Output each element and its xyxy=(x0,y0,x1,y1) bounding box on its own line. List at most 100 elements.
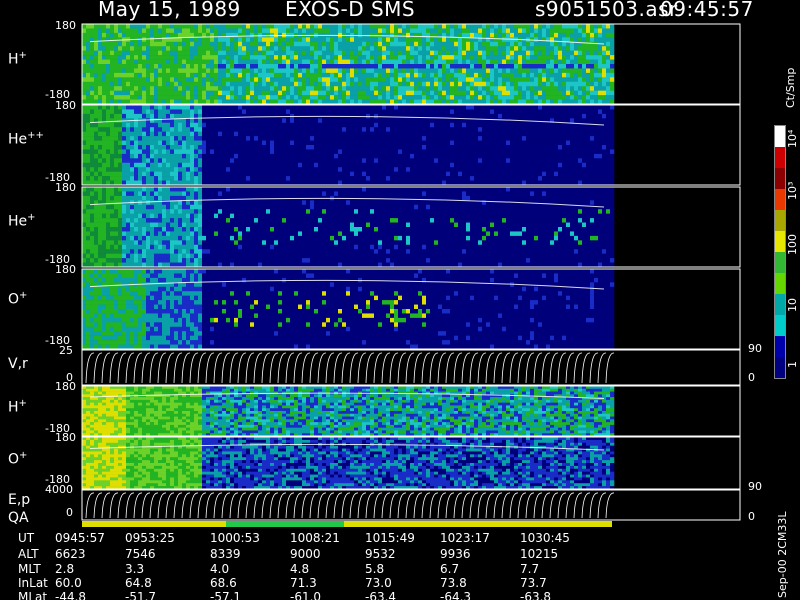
spectrogram-cell xyxy=(134,46,139,51)
spectrogram-cell xyxy=(478,50,483,56)
spectrogram-cell xyxy=(426,28,431,34)
spectrogram-cell xyxy=(602,32,607,38)
spectrogram-cell xyxy=(474,140,479,146)
spectrogram-cell xyxy=(194,118,199,124)
spectrogram-cell xyxy=(178,32,183,38)
spectrogram-cell xyxy=(346,68,351,74)
spectrogram-cell xyxy=(242,32,247,38)
spectrogram-cell xyxy=(322,90,327,96)
spectrogram-cell xyxy=(138,77,143,83)
spectrogram-cell xyxy=(566,68,571,74)
spectrogram-cell xyxy=(230,136,235,141)
spectrogram-cell xyxy=(386,90,391,96)
spectrogram-cell xyxy=(502,41,507,47)
spectrogram-cell xyxy=(190,81,195,87)
spectrogram-cell xyxy=(394,145,399,150)
spectrogram-cell xyxy=(602,90,607,96)
spectrogram-cell xyxy=(154,68,159,74)
spectrogram-cell xyxy=(166,145,171,150)
spectrogram-cell xyxy=(154,127,159,132)
spectrogram-cell xyxy=(402,37,407,43)
spectrogram-cell xyxy=(506,50,511,56)
spectrogram-cell xyxy=(250,149,255,155)
spectrogram-cell xyxy=(410,176,415,181)
spectrogram-cell xyxy=(590,131,595,137)
spectrogram-cell xyxy=(166,122,171,128)
spectrogram-cell xyxy=(306,149,311,155)
spectrogram-cell xyxy=(374,127,379,132)
spectrogram-cell xyxy=(382,28,387,34)
spectrogram-cell xyxy=(410,171,415,177)
spectrogram-cell xyxy=(322,176,327,181)
spectrogram-cell xyxy=(426,41,431,47)
spectrogram-cell xyxy=(202,171,207,177)
spectrogram-cell xyxy=(254,81,259,87)
spectrogram-cell xyxy=(494,50,499,56)
spectrogram-cell xyxy=(570,109,575,115)
spectrogram-cell xyxy=(486,59,491,65)
spectrogram-cell xyxy=(462,105,467,110)
spectrogram-cell xyxy=(162,68,167,74)
spectrogram-cell xyxy=(98,249,103,254)
spectrogram-cell xyxy=(354,140,359,146)
spectrogram-cell xyxy=(294,171,299,177)
spectrogram-cell xyxy=(310,140,315,146)
spectrogram-cell xyxy=(166,41,171,47)
spectrogram-cell xyxy=(578,113,583,119)
spectrogram-cell xyxy=(526,46,531,51)
spectrogram-cell xyxy=(190,64,195,69)
spectrogram-cell xyxy=(90,90,95,96)
spectrogram-cell xyxy=(558,77,563,83)
spectrogram-cell xyxy=(170,28,175,34)
spectrogram-cell xyxy=(150,68,155,74)
spectrogram-cell xyxy=(262,140,267,146)
spectrogram-cell xyxy=(118,218,123,223)
spectrogram-cell xyxy=(418,32,423,38)
spectrogram-cell xyxy=(470,127,475,132)
spectrogram-cell xyxy=(130,113,135,119)
spectrogram-cell xyxy=(86,171,91,177)
spectrogram-cell xyxy=(570,64,575,69)
spectrogram-cell xyxy=(498,81,503,87)
spectrogram-cell xyxy=(282,162,287,168)
spectrogram-cell xyxy=(82,244,87,250)
spectrogram-cell xyxy=(550,153,555,159)
spectrogram-cell xyxy=(470,167,475,172)
spectrogram-cell xyxy=(442,118,447,124)
spectrogram-cell xyxy=(394,95,399,100)
spectrogram-cell xyxy=(430,158,435,164)
spectrogram-cell xyxy=(334,136,339,141)
spectrogram-cell xyxy=(502,55,507,60)
spectrogram-cell xyxy=(474,171,479,177)
spectrogram-cell xyxy=(246,72,251,78)
spectrogram-cell xyxy=(194,37,199,43)
spectrogram-cell xyxy=(430,149,435,155)
spectrogram-cell xyxy=(306,90,311,96)
spectrogram-cell xyxy=(406,55,411,60)
spectrogram-cell xyxy=(474,72,479,78)
spectrogram-cell xyxy=(318,140,323,146)
spectrogram-cell xyxy=(430,77,435,83)
spectrogram-cell xyxy=(382,131,387,137)
spectrogram-cell xyxy=(482,28,487,34)
spectrogram-cell xyxy=(506,145,511,150)
spectrogram-cell xyxy=(82,145,87,150)
spectrogram-cell xyxy=(186,176,191,181)
spectrogram-cell xyxy=(606,105,611,110)
spectrogram-cell xyxy=(570,127,575,132)
spectrogram-cell xyxy=(230,140,235,146)
spectrogram-cell xyxy=(242,113,247,119)
spectrogram-cell xyxy=(98,136,103,141)
spectrogram-cell xyxy=(434,162,439,168)
spectrogram-cell xyxy=(110,122,115,128)
spectrogram-cell xyxy=(494,90,499,96)
spectrogram-cell xyxy=(466,171,471,177)
spectrogram-cell xyxy=(430,72,435,78)
spectrogram-cell xyxy=(86,50,91,56)
spectrogram-cell xyxy=(470,136,475,141)
spectrogram-cell xyxy=(394,32,399,38)
spectrogram-cell xyxy=(322,59,327,65)
spectrogram-cell xyxy=(358,153,363,159)
spectrogram-cell xyxy=(206,131,211,137)
spectrogram-cell xyxy=(202,131,207,137)
